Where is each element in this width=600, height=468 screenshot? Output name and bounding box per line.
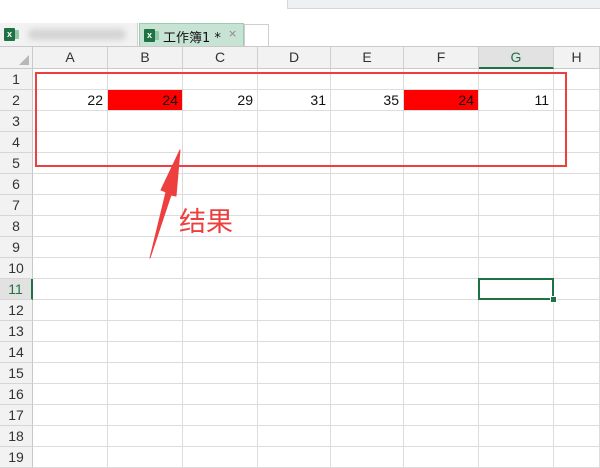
row-header-5[interactable]: 5 — [0, 153, 33, 174]
row-gridline — [33, 425, 600, 426]
row-header-15[interactable]: 15 — [0, 363, 33, 384]
new-tab-button[interactable] — [244, 24, 269, 46]
column-header-c[interactable]: C — [183, 47, 258, 69]
row-header-10[interactable]: 10 — [0, 258, 33, 279]
row-gridline — [33, 215, 600, 216]
formula-bar-edge — [287, 0, 600, 9]
row-header-14[interactable]: 14 — [0, 342, 33, 363]
row-header-6[interactable]: 6 — [0, 174, 33, 195]
row-header-2[interactable]: 2 — [0, 90, 33, 111]
row-gridline — [33, 320, 600, 321]
column-header-f[interactable]: F — [404, 47, 479, 69]
row-gridline — [33, 236, 600, 237]
row-header-1[interactable]: 1 — [0, 69, 33, 90]
row-gridline — [33, 362, 600, 363]
select-all-triangle-icon — [19, 55, 29, 65]
excel-icon: x — [4, 28, 19, 41]
row-header-7[interactable]: 7 — [0, 195, 33, 216]
blurred-tab-label — [28, 29, 126, 40]
workbook-tab-bar: x x 工作簿1 * × — [0, 0, 600, 47]
annotation-label: 结果 — [179, 207, 233, 238]
close-icon[interactable]: × — [228, 27, 237, 40]
tab-workbook-1[interactable]: x 工作簿1 * × — [139, 23, 244, 47]
row-header-11[interactable]: 11 — [0, 279, 33, 300]
tab-label: 工作簿1 * — [163, 31, 221, 46]
row-header-3[interactable]: 3 — [0, 111, 33, 132]
result-highlight-box — [35, 72, 567, 167]
row-gridline — [33, 173, 600, 174]
column-header-d[interactable]: D — [258, 47, 331, 69]
row-gridline — [33, 404, 600, 405]
row-header-17[interactable]: 17 — [0, 405, 33, 426]
fill-handle[interactable] — [550, 296, 557, 303]
row-gridline — [33, 383, 600, 384]
row-gridline — [33, 446, 600, 447]
column-header-h[interactable]: H — [554, 47, 600, 69]
row-gridline — [33, 194, 600, 195]
column-header-a[interactable]: A — [33, 47, 108, 69]
column-header-b[interactable]: B — [108, 47, 183, 69]
row-header-13[interactable]: 13 — [0, 321, 33, 342]
row-header-4[interactable]: 4 — [0, 132, 33, 153]
row-header-19[interactable]: 19 — [0, 447, 33, 468]
row-gridline — [33, 341, 600, 342]
row-header-16[interactable]: 16 — [0, 384, 33, 405]
excel-icon: x — [144, 29, 159, 42]
row-header-9[interactable]: 9 — [0, 237, 33, 258]
row-header-18[interactable]: 18 — [0, 426, 33, 447]
column-header-e[interactable]: E — [331, 47, 404, 69]
row-gridline — [33, 257, 600, 258]
active-cell-selection[interactable] — [478, 278, 554, 300]
column-header-g[interactable]: G — [479, 47, 554, 69]
row-header-8[interactable]: 8 — [0, 216, 33, 237]
tab-workbook-blurred[interactable]: x — [0, 23, 138, 46]
select-all-corner[interactable] — [0, 47, 33, 69]
row-header-12[interactable]: 12 — [0, 300, 33, 321]
